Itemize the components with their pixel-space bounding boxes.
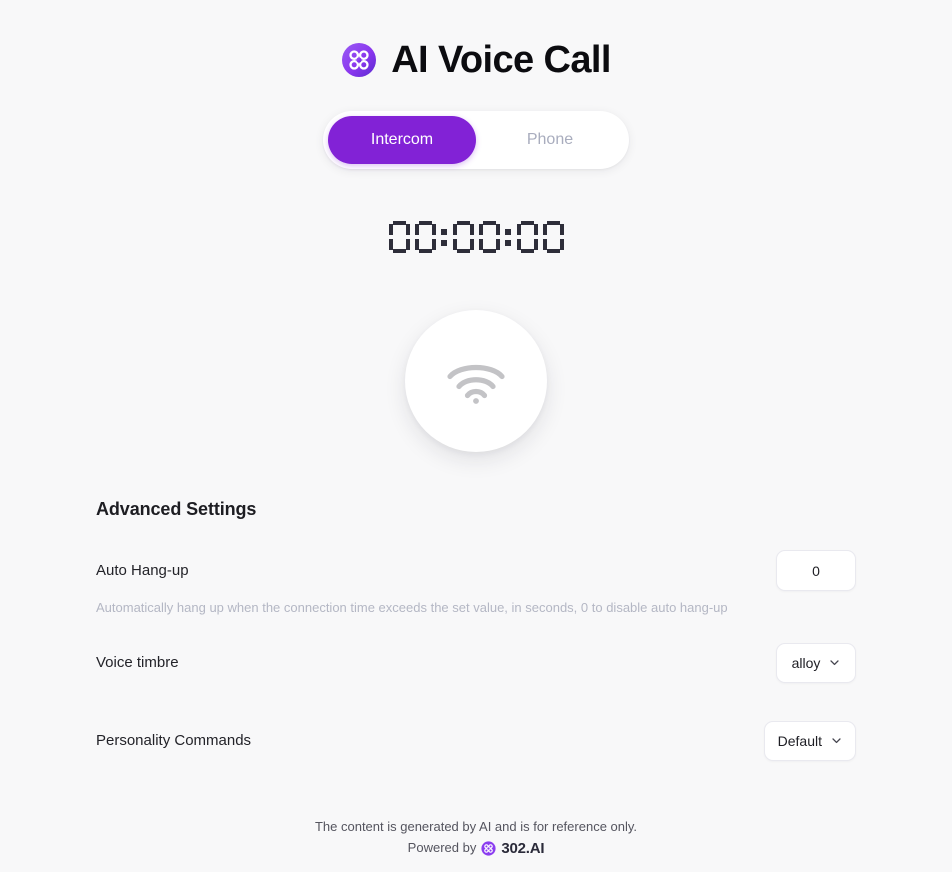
tab-intercom[interactable]: Intercom	[328, 116, 476, 164]
powered-by-label: Powered by	[407, 840, 477, 856]
app-root: AI Voice Call Intercom Phone Advanced Se…	[0, 0, 952, 872]
call-timer	[388, 221, 565, 253]
advanced-settings-section: Advanced Settings Auto Hang-up Automatic…	[0, 499, 952, 761]
setting-row-personality-commands: Personality Commands Default	[96, 720, 856, 761]
page-footer: The content is generated by AI and is fo…	[0, 817, 952, 860]
advanced-settings-title: Advanced Settings	[96, 499, 257, 519]
call-button-area	[405, 301, 547, 461]
auto-hangup-input[interactable]	[776, 550, 856, 591]
timer-colon	[439, 221, 450, 253]
personality-commands-value: Default	[777, 732, 822, 749]
timer-digit	[542, 221, 565, 253]
timer-colon	[503, 221, 514, 253]
voice-timbre-value: alloy	[791, 654, 821, 671]
302ai-clover-logo-icon	[481, 841, 496, 856]
302ai-brand-label: 302.AI	[501, 839, 545, 857]
personality-commands-select[interactable]: Default	[763, 720, 856, 761]
timer-digit	[452, 221, 475, 253]
timer-seconds	[516, 221, 565, 253]
setting-row-voice-timbre: Voice timbre alloy	[96, 642, 856, 683]
setting-row-auto-hangup: Auto Hang-up	[96, 550, 856, 591]
voice-timbre-label: Voice timbre	[96, 654, 179, 672]
mode-tab-switcher: Intercom Phone	[323, 111, 629, 169]
start-call-button[interactable]	[405, 310, 547, 452]
ai-disclaimer: The content is generated by AI and is fo…	[314, 818, 638, 834]
powered-by-row: Powered by 302.AI	[0, 837, 952, 860]
chevron-down-icon	[831, 735, 842, 746]
timer-digit	[516, 221, 539, 253]
voice-timbre-select[interactable]: alloy	[776, 642, 856, 683]
personality-commands-label: Personality Commands	[96, 732, 252, 750]
chevron-down-icon	[829, 657, 840, 668]
wifi-icon	[445, 358, 507, 404]
tab-phone[interactable]: Phone	[476, 116, 624, 164]
timer-minutes	[452, 221, 501, 253]
page-title: AI Voice Call	[391, 39, 611, 81]
timer-digit	[388, 221, 411, 253]
auto-hangup-hint: Automatically hang up when the connectio…	[96, 600, 728, 615]
timer-digit	[414, 221, 437, 253]
timer-hours	[388, 221, 437, 253]
auto-hangup-label: Auto Hang-up	[96, 562, 189, 579]
timer-digit	[478, 221, 501, 253]
app-header: AI Voice Call	[341, 41, 611, 79]
302ai-clover-logo-icon	[341, 42, 377, 78]
